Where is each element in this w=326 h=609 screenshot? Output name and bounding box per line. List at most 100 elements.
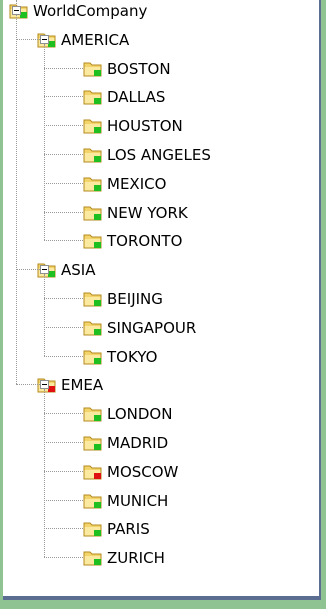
folder-icon bbox=[83, 434, 103, 452]
tree-connector-line bbox=[44, 499, 83, 501]
node-label: ZURICH bbox=[107, 549, 165, 568]
green-status-marker bbox=[94, 98, 101, 105]
node-label: HOUSTON bbox=[107, 117, 183, 136]
node-label: DALLAS bbox=[107, 88, 166, 107]
green-status-marker bbox=[94, 156, 101, 162]
tree-connector-line bbox=[16, 15, 17, 385]
green-status-marker bbox=[48, 40, 55, 47]
tree-leaf-dallas[interactable]: DALLAS bbox=[83, 86, 165, 108]
collapse-toggle-icon[interactable] bbox=[40, 34, 49, 44]
green-status-marker bbox=[20, 12, 27, 18]
folder-icon bbox=[83, 348, 103, 366]
folder-icon bbox=[83, 549, 103, 567]
tree-leaf-beijing[interactable]: BEIJING bbox=[83, 288, 163, 310]
tree-connector-line bbox=[44, 67, 83, 69]
tree-connector-line bbox=[44, 389, 45, 558]
node-label: TORONTO bbox=[107, 232, 183, 251]
green-status-marker bbox=[94, 127, 101, 134]
node-label: EMEA bbox=[61, 376, 104, 395]
tree-leaf-paris[interactable]: PARIS bbox=[83, 518, 150, 540]
tree-view-panel: WorldCompany AMERICA BOSTON DALLAS HOUSTON LO… bbox=[3, 0, 321, 600]
green-status-marker bbox=[48, 271, 55, 278]
folder-icon bbox=[83, 463, 103, 481]
node-label: LONDON bbox=[107, 405, 173, 424]
green-status-marker bbox=[94, 559, 101, 566]
tree-connector-line bbox=[44, 211, 83, 213]
tree-connector-line bbox=[44, 154, 83, 155]
folder-icon bbox=[83, 146, 103, 164]
green-status-marker bbox=[94, 357, 101, 364]
tree-root-worldcompany[interactable]: WorldCompany bbox=[9, 0, 147, 22]
folder-icon bbox=[83, 405, 103, 423]
tree-connector-line bbox=[44, 240, 83, 242]
tree-leaf-boston[interactable]: BOSTON bbox=[83, 58, 171, 80]
tree-leaf-moscow[interactable]: MOSCOW bbox=[83, 461, 178, 483]
node-label: AMERICA bbox=[61, 30, 130, 49]
tree-connector-line bbox=[44, 298, 83, 299]
node-label: MUNICH bbox=[107, 491, 169, 510]
green-status-marker bbox=[94, 69, 101, 76]
green-status-marker bbox=[94, 530, 101, 537]
node-label: TOKYO bbox=[107, 347, 158, 366]
green-status-marker bbox=[94, 242, 101, 249]
tree-connector-line bbox=[44, 43, 45, 241]
tree-node-america[interactable]: AMERICA bbox=[37, 29, 129, 51]
red-status-marker bbox=[48, 386, 55, 393]
green-status-marker bbox=[94, 415, 101, 422]
node-label: BEIJING bbox=[107, 290, 163, 308]
tree-connector-line bbox=[16, 38, 40, 40]
folder-icon bbox=[83, 232, 103, 250]
node-label: WorldCompany bbox=[33, 2, 148, 20]
tree-connector-line bbox=[44, 326, 83, 328]
tree-leaf-london[interactable]: LONDON bbox=[83, 403, 172, 425]
folder-icon bbox=[83, 88, 103, 106]
green-status-marker bbox=[94, 184, 101, 191]
green-status-marker bbox=[94, 213, 101, 220]
tree-leaf-zurich[interactable]: ZURICH bbox=[83, 547, 165, 569]
folder-icon bbox=[83, 290, 103, 308]
tree-connector-line bbox=[16, 269, 40, 271]
tree-leaf-tokyo[interactable]: TOKYO bbox=[83, 346, 157, 368]
tree-view: WorldCompany AMERICA BOSTON DALLAS HOUSTON LO… bbox=[3, 0, 319, 596]
green-status-marker bbox=[94, 501, 101, 508]
node-label: SINGAPOUR bbox=[107, 318, 197, 337]
tree-leaf-singapour[interactable]: SINGAPOUR bbox=[83, 317, 196, 339]
folder-icon bbox=[83, 175, 103, 193]
green-status-marker bbox=[94, 444, 101, 450]
node-label: PARIS bbox=[107, 520, 150, 539]
tree-connector-line bbox=[44, 182, 83, 184]
node-label: LOS ANGELES bbox=[107, 146, 211, 164]
node-label: MADRID bbox=[107, 434, 169, 452]
tree-leaf-new-york[interactable]: NEW YORK bbox=[83, 202, 188, 224]
tree-connector-line bbox=[44, 557, 83, 559]
tree-connector-line bbox=[44, 528, 83, 530]
red-status-marker bbox=[94, 472, 101, 479]
folder-icon bbox=[83, 117, 103, 135]
tree-leaf-toronto[interactable]: TORONTO bbox=[83, 230, 182, 252]
tree-connector-line bbox=[44, 274, 45, 356]
folder-icon bbox=[83, 60, 103, 78]
node-label: MOSCOW bbox=[107, 462, 179, 481]
tree-connector-line bbox=[44, 442, 83, 443]
collapse-toggle-icon[interactable] bbox=[12, 6, 21, 15]
tree-connector-line bbox=[44, 413, 83, 415]
green-status-marker bbox=[94, 300, 101, 306]
collapse-toggle-icon[interactable] bbox=[40, 265, 49, 275]
folder-icon bbox=[83, 520, 103, 538]
tree-leaf-los-angeles[interactable]: LOS ANGELES bbox=[83, 144, 211, 166]
tree-connector-line bbox=[16, 384, 40, 386]
tree-leaf-munich[interactable]: MUNICH bbox=[83, 490, 168, 512]
tree-leaf-madrid[interactable]: MADRID bbox=[83, 432, 168, 454]
green-status-marker bbox=[94, 328, 101, 335]
tree-connector-line bbox=[44, 125, 83, 127]
folder-icon bbox=[83, 319, 103, 337]
collapse-toggle-icon[interactable] bbox=[40, 380, 49, 390]
tree-leaf-houston[interactable]: HOUSTON bbox=[83, 115, 183, 137]
tree-leaf-mexico[interactable]: MEXICO bbox=[83, 173, 166, 195]
node-label: MEXICO bbox=[107, 174, 167, 193]
folder-icon bbox=[83, 492, 103, 510]
node-label: ASIA bbox=[61, 261, 96, 280]
folder-icon bbox=[83, 204, 103, 222]
tree-connector-line bbox=[44, 355, 83, 357]
tree-connector-line bbox=[44, 470, 83, 472]
